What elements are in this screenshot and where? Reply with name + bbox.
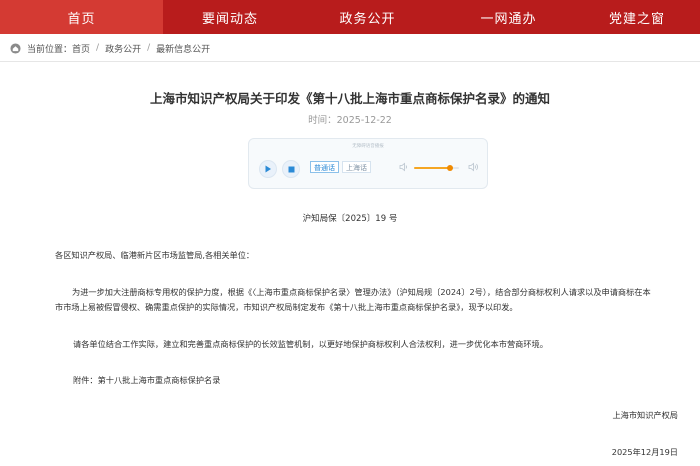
dialect-mandarin-button[interactable]: 普通话 [310,161,339,173]
player-hint: 无障碍语音播报 [352,144,384,149]
play-button[interactable] [259,160,277,178]
breadcrumb-latest-info[interactable]: 最新信息公开 [156,42,210,55]
nav-item-online-services[interactable]: 一网通办 [438,0,579,34]
volume-high-icon[interactable] [468,162,479,172]
stop-icon [288,166,294,172]
nav-item-gov-affairs[interactable]: 政务公开 [297,0,438,34]
play-icon [265,165,271,173]
volume-slider[interactable] [414,165,459,171]
volume-slider-handle[interactable] [447,165,453,171]
breadcrumb-separator: / [96,43,100,53]
nav-item-news[interactable]: 要闻动态 [163,0,297,34]
article-time: 时间：2025-12-22 [308,115,392,126]
salutation: 各区知识产权局、临港新片区市场监管局,各相关单位： [55,250,255,260]
breadcrumb-gov-affairs[interactable]: 政务公开 [105,42,141,55]
volume-slider-fill [414,167,450,169]
body-paragraph-1: 为进一步加大注册商标专用权的保护力度，根据《〈上海市重点商标保护名录〉管理办法》… [55,287,651,312]
dialect-shanghainese-button[interactable]: 上海话 [342,161,371,173]
volume-low-icon[interactable] [399,162,409,172]
article-title: 上海市知识产权局关于印发《第十八批上海市重点商标保护名录》的通知 [149,91,550,106]
document-number: 沪知局保〔2025〕19 号 [302,214,398,224]
breadcrumb-divider [0,61,700,62]
breadcrumb-prefix: 当前位置： [27,44,73,55]
audio-player: 无障碍语音播报 普通话 上海话 [248,138,488,189]
breadcrumb-separator: / [147,43,151,53]
signature: 上海市知识产权局 [612,410,678,420]
breadcrumb-home[interactable]: 首页 [72,42,90,55]
body-paragraph-2: 请各单位结合工作实际，建立和完善重点商标保护的长效监管机制，以更好地保护商标权利… [73,339,548,349]
nav-item-home[interactable]: 首页 [0,0,163,34]
nav-item-party-building[interactable]: 党建之窗 [579,0,700,34]
breadcrumb: 当前位置： 首页 / 政务公开 / 最新信息公开 [10,40,210,56]
issue-date: 2025年12月19日 [611,447,678,457]
attachment-line: 附件：第十八批上海市重点商标保护名录 [73,375,221,385]
top-nav: 首页 要闻动态 政务公开 一网通办 党建之窗 [0,0,700,34]
home-icon [10,42,21,54]
stop-button[interactable] [282,160,300,178]
